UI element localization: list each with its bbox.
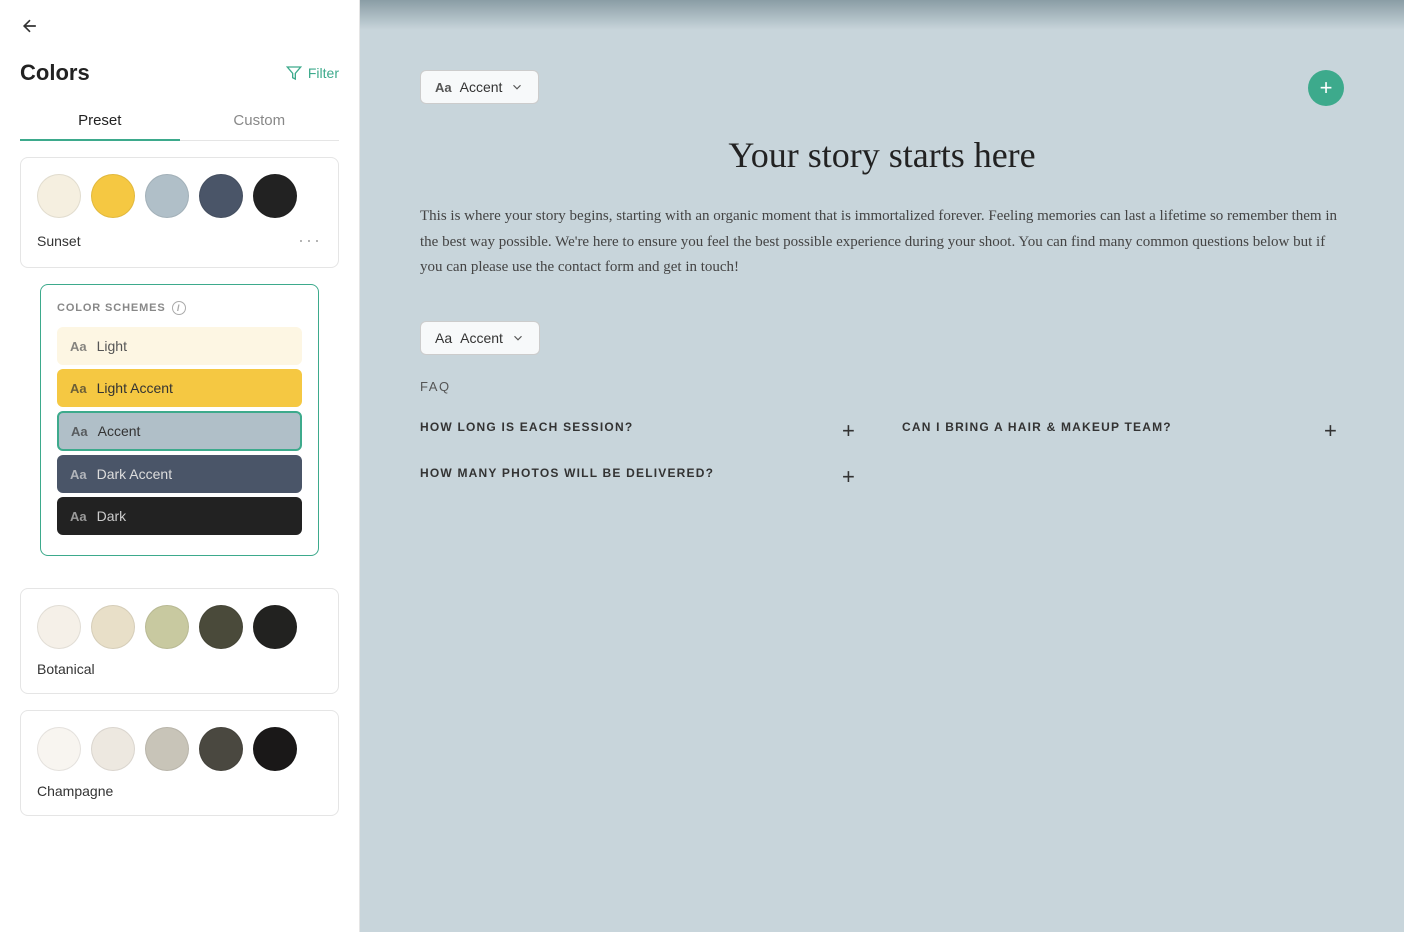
faq-plus-1[interactable]: + — [842, 418, 862, 444]
scheme-dark-accent[interactable]: Aa Dark Accent — [57, 455, 302, 493]
sunset-footer: Sunset ··· — [37, 230, 322, 251]
back-icon — [20, 16, 40, 36]
botanical-footer: Botanical — [37, 661, 322, 677]
scheme-aa-light-accent: Aa — [70, 381, 87, 396]
tab-custom[interactable]: Custom — [180, 102, 340, 141]
aa-icon-bottom: Aa — [435, 330, 452, 346]
swatch-champagne-4 — [199, 727, 243, 771]
info-icon[interactable]: i — [172, 301, 186, 315]
accent-label-bottom: Accent — [460, 330, 503, 346]
left-panel: Colors Filter Preset Custom Sunset ··· — [0, 0, 360, 932]
color-schemes-section: COLOR SCHEMES i Aa Light Aa Light Accent… — [40, 284, 319, 556]
swatch-sunset-4 — [199, 174, 243, 218]
filter-label: Filter — [308, 65, 339, 81]
swatch-sunset-5 — [253, 174, 297, 218]
swatch-champagne-1 — [37, 727, 81, 771]
accent-dropdown-top[interactable]: Aa Accent — [420, 70, 539, 104]
faq-section: FAQ HOW LONG IS EACH SESSION? + CAN I BR… — [420, 379, 1344, 520]
hero-image — [360, 0, 1404, 30]
schemes-header: COLOR SCHEMES i — [57, 301, 302, 315]
preset-sunset[interactable]: Sunset ··· — [20, 157, 339, 268]
swatch-sunset-2 — [91, 174, 135, 218]
scheme-light-accent[interactable]: Aa Light Accent — [57, 369, 302, 407]
faq-item-2: CAN I BRING A HAIR & MAKEUP TEAM? + — [902, 418, 1344, 444]
accent-dropdown-bottom[interactable]: Aa Accent — [420, 321, 540, 355]
scheme-aa-accent: Aa — [71, 424, 88, 439]
swatch-champagne-2 — [91, 727, 135, 771]
swatch-sunset-1 — [37, 174, 81, 218]
faq-question-3: HOW MANY PHOTOS WILL BE DELIVERED? — [420, 464, 714, 482]
champagne-name: Champagne — [37, 783, 113, 799]
story-body: This is where your story begins, startin… — [420, 204, 1344, 281]
faq-label: FAQ — [420, 379, 1344, 394]
botanical-name: Botanical — [37, 661, 95, 677]
tabs-container: Preset Custom — [20, 102, 339, 141]
filter-button[interactable]: Filter — [286, 65, 339, 81]
content-area: Aa Accent + Your story starts here This … — [360, 30, 1404, 560]
swatch-botanical-2 — [91, 605, 135, 649]
aa-icon-top: Aa — [435, 80, 452, 95]
faq-question-2: CAN I BRING A HAIR & MAKEUP TEAM? — [902, 418, 1172, 436]
tab-preset[interactable]: Preset — [20, 102, 180, 141]
filter-icon — [286, 65, 302, 81]
scheme-accent-label: Accent — [98, 423, 141, 439]
faq-plus-3[interactable]: + — [842, 464, 862, 490]
faq-item-3: HOW MANY PHOTOS WILL BE DELIVERED? + — [420, 464, 862, 490]
sunset-menu[interactable]: ··· — [298, 230, 322, 251]
sunset-name: Sunset — [37, 233, 81, 249]
scheme-accent[interactable]: Aa Accent — [57, 411, 302, 451]
sunset-swatches — [37, 174, 322, 218]
swatch-botanical-5 — [253, 605, 297, 649]
scheme-dark-label: Dark — [97, 508, 127, 524]
champagne-footer: Champagne — [37, 783, 322, 799]
right-panel: Aa Accent + Your story starts here This … — [360, 0, 1404, 932]
back-button[interactable] — [0, 0, 359, 52]
chevron-down-icon-bottom — [511, 331, 525, 345]
champagne-swatches — [37, 727, 322, 771]
swatch-botanical-4 — [199, 605, 243, 649]
faq-item-1: HOW LONG IS EACH SESSION? + — [420, 418, 862, 444]
botanical-swatches — [37, 605, 322, 649]
scheme-light-label: Light — [97, 338, 127, 354]
panel-header: Colors Filter — [0, 52, 359, 102]
scheme-light-accent-label: Light Accent — [97, 380, 173, 396]
scheme-aa-dark-accent: Aa — [70, 467, 87, 482]
presets-list: Sunset ··· COLOR SCHEMES i Aa Light Aa L… — [0, 141, 359, 832]
add-section-button[interactable]: + — [1308, 70, 1344, 106]
swatch-botanical-3 — [145, 605, 189, 649]
preset-champagne[interactable]: Champagne — [20, 710, 339, 816]
story-title: Your story starts here — [420, 134, 1344, 176]
faq-question-1: HOW LONG IS EACH SESSION? — [420, 418, 633, 436]
accent-label-top: Accent — [460, 79, 503, 95]
swatch-champagne-5 — [253, 727, 297, 771]
chevron-down-icon-top — [510, 80, 524, 94]
swatch-champagne-3 — [145, 727, 189, 771]
scheme-light[interactable]: Aa Light — [57, 327, 302, 365]
panel-title: Colors — [20, 60, 90, 86]
swatch-sunset-3 — [145, 174, 189, 218]
scheme-aa-dark: Aa — [70, 509, 87, 524]
faq-grid: HOW LONG IS EACH SESSION? + CAN I BRING … — [420, 418, 1344, 490]
scheme-dark-accent-label: Dark Accent — [97, 466, 172, 482]
faq-plus-2[interactable]: + — [1324, 418, 1344, 444]
swatch-botanical-1 — [37, 605, 81, 649]
scheme-dark[interactable]: Aa Dark — [57, 497, 302, 535]
schemes-label: COLOR SCHEMES — [57, 302, 166, 314]
preset-botanical[interactable]: Botanical — [20, 588, 339, 694]
scheme-aa-light: Aa — [70, 339, 87, 354]
